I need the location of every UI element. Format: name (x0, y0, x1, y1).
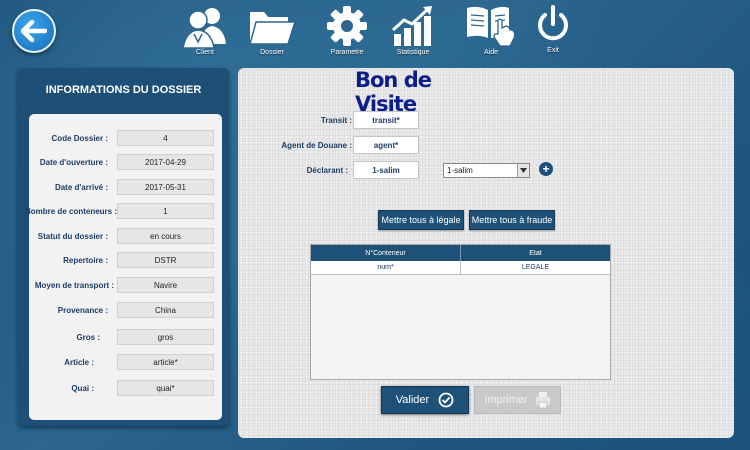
table-cell-conteneur[interactable]: num* (311, 261, 461, 275)
table-header-conteneur: N°Conteneur (311, 245, 461, 261)
nombre-conteneurs-value: 1 (117, 203, 214, 219)
imprimer-label: Imprimer (484, 394, 528, 406)
moyen-transport-label: Moyen de transport : (34, 281, 114, 290)
transit-field[interactable]: transit* (353, 111, 419, 129)
add-declarant-icon[interactable]: + (539, 162, 553, 176)
chevron-down-icon (517, 164, 529, 177)
table-header-etat: Etat (461, 245, 610, 261)
client-label: Client (196, 49, 214, 56)
gros-value: gros (117, 329, 214, 345)
date-arrive-label: Date d'arrivé : (54, 183, 108, 192)
aide-button[interactable]: Aide (464, 4, 518, 56)
quai-value: quai* (117, 380, 214, 396)
quai-label: Quai : (71, 384, 94, 393)
valider-button[interactable]: Valider (381, 386, 469, 414)
dossier-button[interactable]: Dossier (248, 4, 296, 56)
agent-douane-field[interactable]: agent* (353, 136, 419, 154)
client-users-icon (182, 8, 226, 48)
declarant-label: Déclarant : (306, 166, 348, 175)
exit-label: Exit (547, 47, 559, 54)
aide-label: Aide (483, 49, 498, 56)
transit-label: Transit : (320, 116, 352, 125)
agent-douane-label: Agent de Douane : (281, 141, 352, 150)
exit-button[interactable]: Exit (535, 4, 571, 54)
declarant-field[interactable]: 1-salim (353, 161, 419, 179)
article-label: Article : (64, 358, 94, 367)
mettre-tous-fraude-button[interactable]: Mettre tous à fraude (469, 210, 555, 230)
valider-label: Valider (395, 394, 430, 406)
power-icon (538, 5, 568, 41)
statut-dossier-label: Statut du dossier : (37, 232, 108, 241)
code-dossier-value: 4 (117, 130, 214, 146)
moyen-transport-value: Navire (117, 277, 214, 293)
statistique-label: Statistique (396, 49, 430, 56)
printer-icon (535, 392, 550, 409)
table-cell-etat[interactable]: LEGALE (461, 261, 610, 275)
client-button[interactable]: Client (180, 4, 230, 56)
date-ouverture-label: Date d'ouverture : (39, 158, 108, 167)
check-circle-icon (438, 392, 454, 408)
declarant-select-value: 1-salim (447, 166, 473, 175)
conteneurs-table: N°Conteneur Etat num* LEGALE (310, 244, 611, 380)
date-arrive-value: 2017-05-31 (117, 179, 214, 195)
folder-icon (249, 12, 296, 45)
article-value: article* (117, 354, 214, 370)
page-title: Bon de Visite (355, 68, 432, 116)
repertoire-value: DSTR (117, 252, 214, 268)
statistique-button[interactable]: Statistique (390, 4, 436, 56)
dossier-info-title: INFORMATIONS DU DOSSIER (45, 84, 202, 96)
provenance-value: China (117, 302, 214, 318)
back-arrow-icon (21, 20, 47, 42)
help-book-icon (467, 6, 516, 47)
declarant-select[interactable]: 1-salim (443, 163, 530, 178)
imprimer-button[interactable]: Imprimer (474, 386, 561, 414)
parametre-button[interactable]: Parametre (325, 4, 369, 56)
parametre-label: Parametre (330, 49, 364, 56)
date-ouverture-value: 2017-04-29 (117, 154, 214, 170)
statistics-chart-icon (391, 6, 432, 46)
nombre-conteneurs-label: Nombre de conteneurs : (24, 207, 117, 216)
code-dossier-label: Code Dossier : (51, 134, 108, 143)
gear-icon (327, 6, 367, 46)
repertoire-label: Repertoire : (63, 256, 108, 265)
back-button[interactable] (12, 9, 56, 53)
dossier-label: Dossier (260, 49, 284, 56)
mettre-tous-legale-button[interactable]: Mettre tous à légale (378, 210, 464, 230)
statut-dossier-value: en cours (117, 228, 214, 244)
provenance-label: Provenance : (57, 306, 108, 315)
gros-label: Gros : (76, 333, 100, 342)
